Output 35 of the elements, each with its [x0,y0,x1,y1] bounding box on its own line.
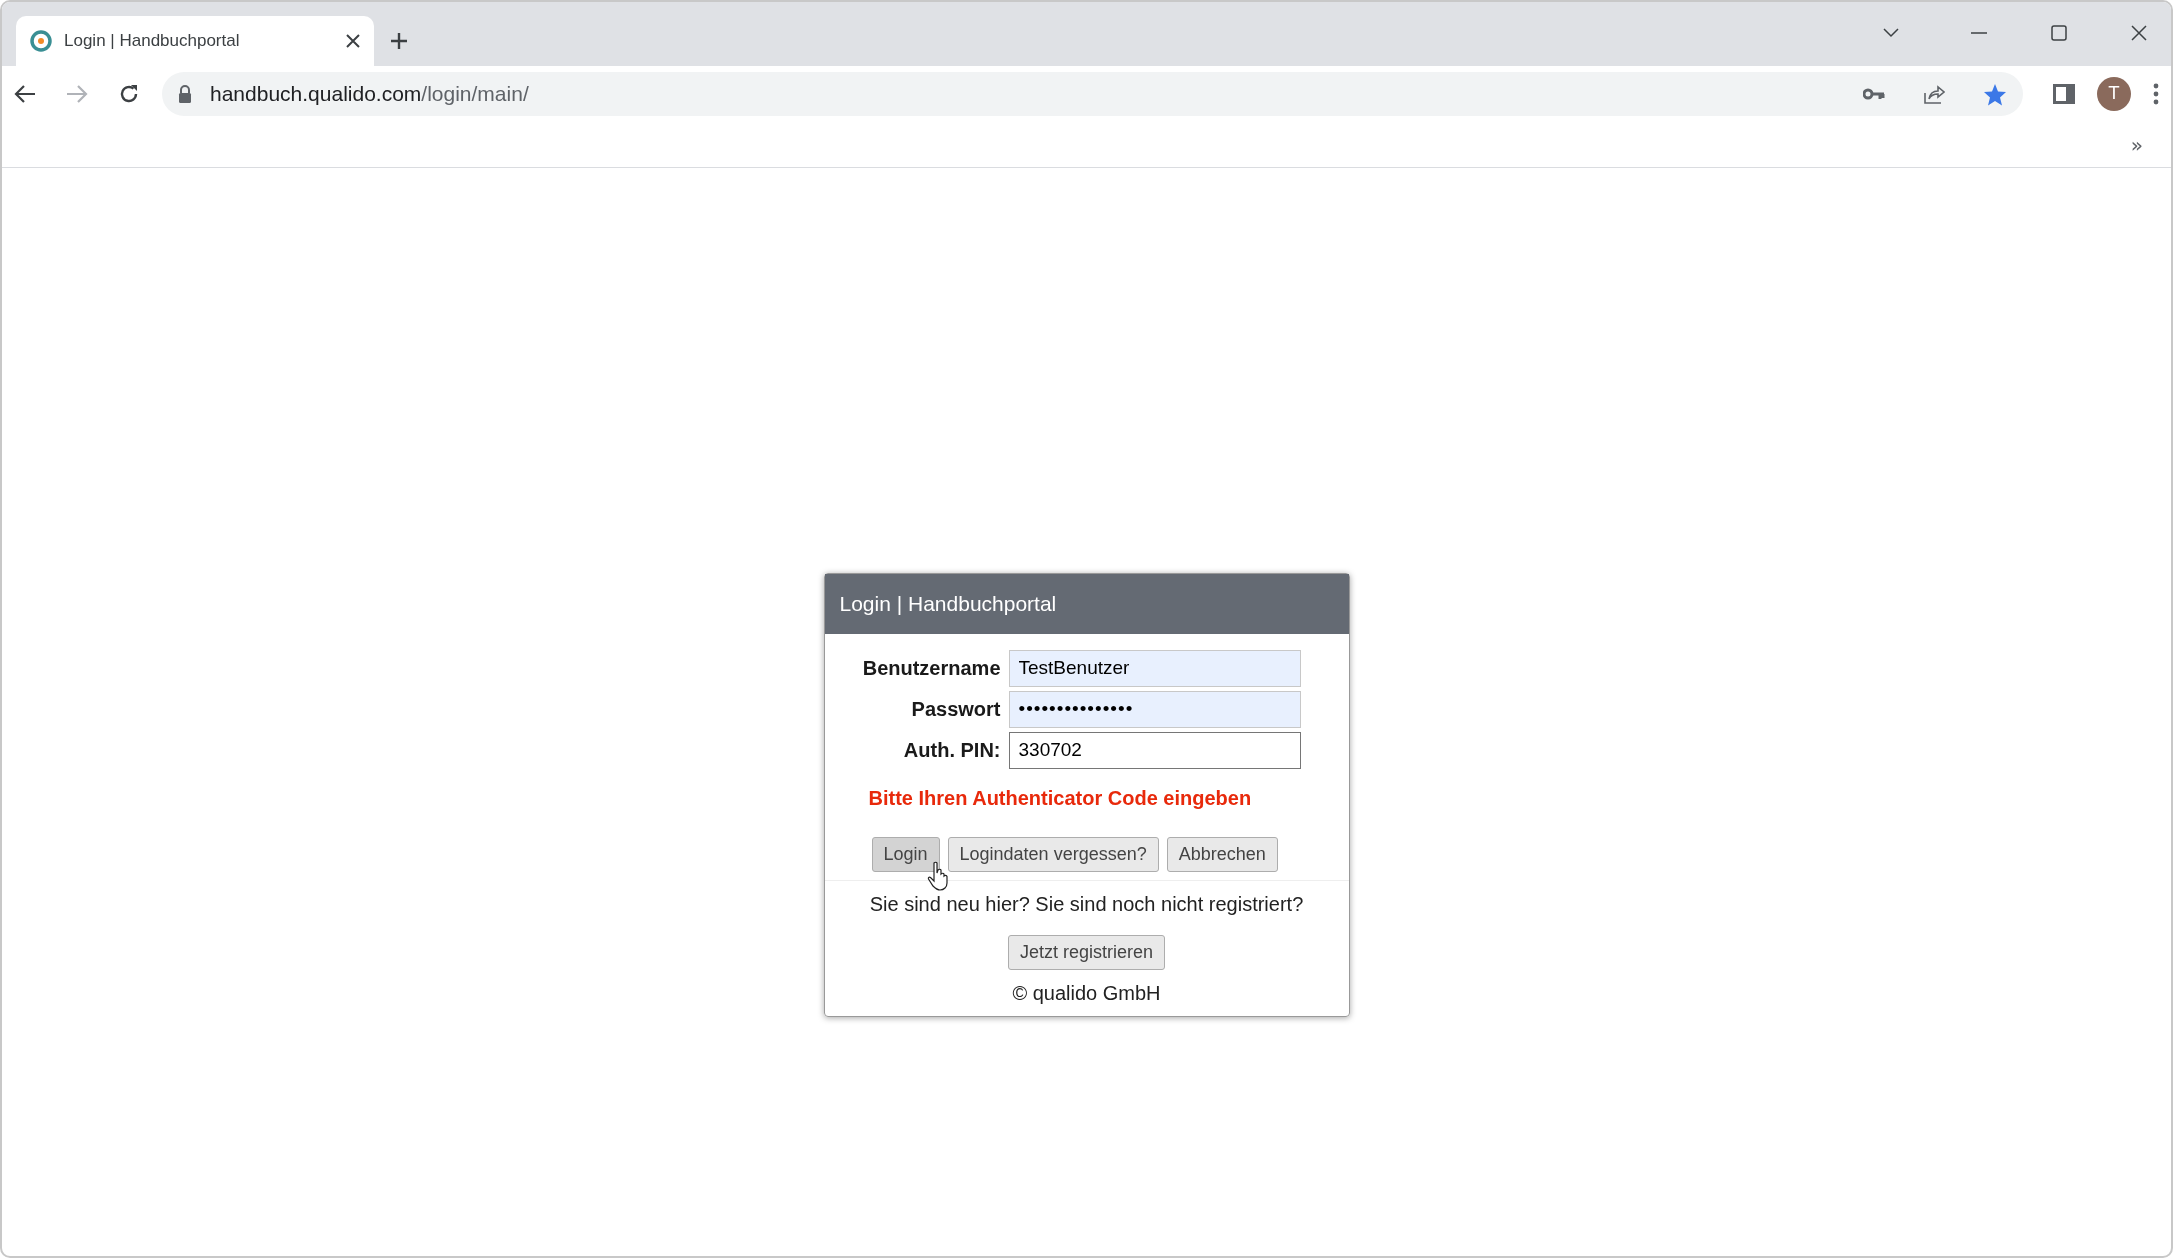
dialog-button[interactable]: Abbrechen [1166,836,1278,872]
reload-icon[interactable] [118,83,140,105]
close-icon[interactable] [346,34,360,48]
close-icon[interactable] [2131,25,2147,41]
site-logo-icon [30,30,52,52]
field-label: Benutzername [861,656,1001,681]
chevron-down-icon[interactable] [1883,28,1899,38]
share-icon[interactable] [1923,83,1945,105]
register-button[interactable]: Jetzt registrieren [1007,934,1166,970]
new-tab-icon[interactable] [390,32,408,50]
browser-tab[interactable]: Login | Handbuchportal [16,16,374,66]
dialog-title: Login | Handbuchportal [824,574,1349,634]
dialog-button[interactable]: Login [871,836,940,872]
hand-cursor-icon [926,860,949,891]
profile-avatar[interactable]: T [2097,77,2131,111]
register-prompt: Sie sind neu hier? Sie sind noch nicht registriert? [869,891,1304,917]
field-label: Auth. PIN: [902,738,1001,763]
side-panel-icon[interactable] [2053,84,2075,104]
password-field[interactable]: ••••••••••••••• [1008,690,1301,728]
menu-icon[interactable] [2153,83,2159,105]
error-message: Bitte Ihren Authenticator Code eingeben [868,785,1253,811]
key-icon[interactable] [1863,88,1885,100]
url-text: handbuch.qualido.com/login/main/ [210,81,530,108]
bookmarks-overflow[interactable]: » [2130,129,2143,160]
copyright-text: © qualido GmbH [1011,980,1162,1006]
address-bar[interactable]: handbuch.qualido.com/login/main/ [162,72,2023,116]
field-label: Passwort [910,697,1001,722]
tab-title: Login | Handbuchportal [64,30,241,53]
pin-field[interactable]: 330702 [1008,731,1301,769]
star-icon[interactable] [1983,82,2007,106]
username-field[interactable]: TestBenutzer [1008,649,1301,687]
back-arrow-icon[interactable] [14,84,36,104]
maximize-icon[interactable] [2051,25,2067,41]
lock-icon [178,85,192,103]
dialog-button[interactable]: Logindaten vergessen? [947,836,1159,872]
